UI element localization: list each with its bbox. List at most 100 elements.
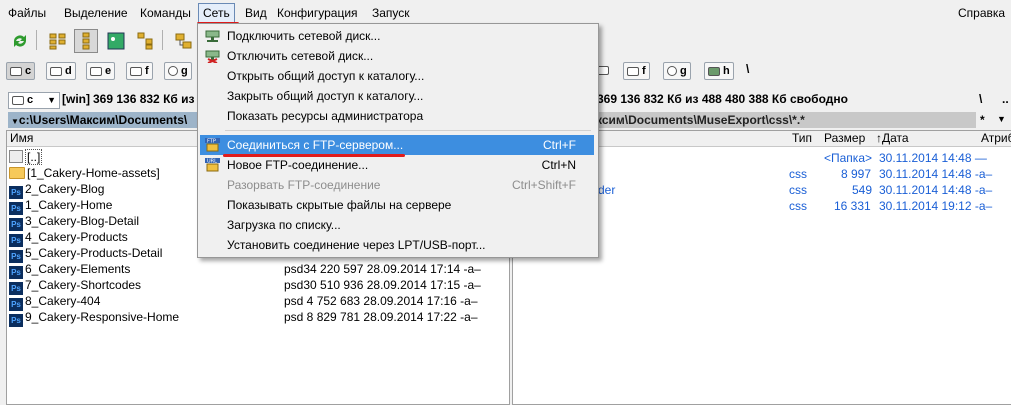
cd-drive-icon [667, 66, 677, 77]
file-date: 30.11.2014 14:48 -a– [879, 167, 993, 181]
brief-view-icon[interactable] [46, 29, 70, 53]
drive-label: g [680, 65, 687, 77]
parent-dir-button[interactable]: .. [1002, 92, 1009, 106]
drive-select[interactable]: c ▼ [8, 92, 60, 109]
menu-item-connect-network-drive[interactable]: Подключить сетевой диск... [200, 26, 594, 46]
drive-button-right-g[interactable]: g [663, 62, 691, 80]
drive-button-root[interactable]: \ [746, 62, 749, 76]
list-item[interactable]: Ps 9_Cakery-Responsive-Home [9, 309, 180, 327]
menu-item-show-admin-shares[interactable]: Показать ресурсы администратора [200, 106, 594, 126]
volume-label: [win] [62, 92, 90, 106]
column-name-header[interactable]: Имя [10, 131, 33, 145]
drive-button-right-h[interactable]: h [704, 62, 734, 80]
full-view-icon[interactable] [74, 29, 98, 53]
drive-button-e[interactable]: e [86, 62, 116, 80]
drive-label: c [25, 65, 32, 77]
drive-button-f[interactable]: f [126, 62, 153, 80]
photoshop-file-icon: Ps [9, 314, 23, 327]
filter-label: * [980, 113, 985, 127]
right-path-bar[interactable]: ксим\Documents\MuseExport\css\*.* [592, 112, 976, 128]
tree-view-icon[interactable] [134, 29, 158, 53]
menu-item-new-ftp-connection[interactable]: URL Новое FTP-соединение... Ctrl+N [200, 155, 594, 175]
list-item-folder[interactable]: [1_Cakery-Home-assets] [9, 165, 160, 181]
menu-item-shortcut: Ctrl+F [543, 138, 576, 152]
column-date-header[interactable]: ↑Дата [876, 131, 909, 146]
menu-item-label: Загрузка по списку... [227, 218, 341, 232]
drive-button-right-f[interactable]: f [623, 62, 650, 80]
menu-item-shortcut: Ctrl+N [541, 158, 576, 172]
folder-tree-icon[interactable] [172, 29, 196, 53]
column-type-header[interactable]: Тип [792, 131, 812, 146]
left-path-bar[interactable]: ▼c:\Users\Максим\Documents\ [8, 112, 201, 128]
list-item[interactable]: Ps 5_Cakery-Products-Detail [9, 245, 162, 263]
list-item-parent[interactable]: [..] [9, 149, 43, 165]
list-item[interactable]: Ps 1_Cakery-Home [9, 197, 112, 215]
file-name: 4_Cakery-Products [25, 230, 128, 244]
file-type: css [789, 167, 807, 181]
drive-button-g[interactable]: g [164, 62, 192, 80]
menu-files[interactable]: Файлы [8, 6, 46, 20]
root-dir-button[interactable]: \ [979, 92, 982, 106]
ftp-connect-icon: FTP [205, 138, 220, 152]
menu-item-show-hidden-server-files[interactable]: Показывать скрытые файлы на сервере [200, 195, 594, 215]
menu-help[interactable]: Справка [958, 6, 1005, 20]
drive-label: e [105, 65, 112, 77]
menu-item-label: Закрыть общий доступ к каталогу... [227, 89, 424, 103]
menu-item-ftp-connect[interactable]: FTP Соединиться с FTP-сервером... Ctrl+F [200, 135, 594, 155]
filter-chevron-icon[interactable]: ▼ [997, 114, 1006, 124]
menu-launch[interactable]: Запуск [372, 6, 410, 20]
list-item[interactable]: Ps 8_Cakery-404 [9, 293, 100, 311]
hard-disk-icon [90, 66, 102, 76]
menu-item-label: Новое FTP-соединение... [227, 158, 369, 172]
file-info: psd 8 829 781 28.09.2014 17:22 -a– [284, 310, 478, 324]
list-item[interactable]: Ps 3_Cakery-Blog-Detail [9, 213, 140, 231]
menu-item-disconnect-network-drive[interactable]: Отключить сетевой диск... [200, 46, 594, 66]
menu-network[interactable]: Сеть [198, 3, 235, 23]
folder-up-icon [9, 150, 23, 163]
drive-label: g [181, 65, 188, 77]
network-menu-dropdown: Подключить сетевой диск... Отключить сет… [197, 23, 599, 258]
menu-configuration[interactable]: Конфигурация [277, 6, 358, 20]
drive-label: f [145, 65, 149, 77]
menu-item-share-folder[interactable]: Открыть общий доступ к каталогу... [200, 66, 594, 86]
list-item[interactable]: Ps 6_Cakery-Elements [9, 261, 131, 279]
left-path-text: c:\Users\Максим\Documents\ [18, 113, 188, 127]
menu-item-label: Разорвать FTP-соединение [227, 178, 381, 192]
list-item[interactable]: Ps 2_Cakery-Blog [9, 181, 105, 199]
drive-label: f [642, 65, 646, 77]
file-name: 2_Cakery-Blog [25, 182, 105, 196]
list-item[interactable]: Ps 4_Cakery-Products [9, 229, 128, 247]
refresh-icon[interactable] [8, 29, 32, 53]
drive-label: d [65, 65, 72, 77]
file-size: <Папка> [824, 151, 872, 165]
file-name: 3_Cakery-Blog-Detail [25, 214, 140, 228]
drive-button-c[interactable]: c [6, 62, 36, 80]
list-item[interactable]: Ps 7_Cakery-Shortcodes [9, 277, 141, 295]
file-info: psd34 220 597 28.09.2014 17:14 -a– [284, 262, 481, 276]
hard-disk-icon [130, 66, 142, 76]
menu-commands[interactable]: Команды [140, 6, 191, 20]
thumbnail-view-icon[interactable] [104, 29, 128, 53]
file-name: 9_Cakery-Responsive-Home [25, 310, 180, 324]
drive-button-d[interactable]: d [46, 62, 76, 80]
network-drive-connect-icon [205, 29, 220, 43]
menu-item-disconnect-ftp[interactable]: Разорвать FTP-соединение Ctrl+Shift+F [200, 175, 594, 195]
column-attr-header[interactable]: Атриб [981, 131, 1011, 146]
menu-item-lpt-usb-connection[interactable]: Установить соединение через LPT/USB-порт… [200, 235, 594, 255]
file-type: css [789, 199, 807, 213]
menu-view[interactable]: Вид [245, 6, 267, 20]
menu-item-label: Соединиться с FTP-сервером... [227, 138, 404, 152]
file-name: 6_Cakery-Elements [25, 262, 131, 276]
menu-selection[interactable]: Выделение [64, 6, 128, 20]
file-size: 16 331 [834, 199, 871, 213]
menu-item-unshare-folder[interactable]: Закрыть общий доступ к каталогу... [200, 86, 594, 106]
menu-item-download-by-list[interactable]: Загрузка по списку... [200, 215, 594, 235]
hard-disk-icon [10, 66, 22, 76]
file-size: 8 997 [841, 167, 872, 181]
menu-item-label: Показать ресурсы администратора [227, 109, 424, 123]
drive-button-right-e-partial[interactable] [597, 62, 612, 78]
column-size-header[interactable]: Размер [824, 131, 865, 146]
network-drive-icon [708, 66, 720, 76]
cd-drive-icon [168, 66, 178, 77]
chevron-down-icon: ▼ [47, 95, 56, 105]
